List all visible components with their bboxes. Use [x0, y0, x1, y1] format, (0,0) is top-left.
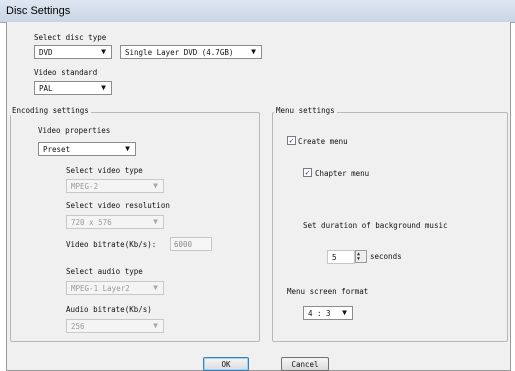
video-standard-label: Video standard [34, 68, 98, 77]
menu-screen-format-dropdown[interactable]: 4 : 3 ▼ [303, 306, 353, 320]
cancel-button[interactable]: Cancel [281, 357, 329, 371]
audio-bitrate-value: 256 [71, 322, 85, 331]
bg-music-duration-spinner[interactable]: ▲ ▼ [355, 250, 367, 263]
checkmark-icon: ✓ [289, 136, 294, 145]
bg-music-duration-input[interactable]: 5 [327, 250, 355, 264]
video-bitrate-value: 6000 [174, 240, 193, 249]
chevron-down-icon: ▼ [153, 321, 158, 330]
video-type-dropdown[interactable]: MPEG-2 ▼ [66, 179, 164, 193]
bg-music-unit-label: seconds [370, 252, 402, 261]
encoding-settings-title: Encoding settings [10, 106, 91, 115]
audio-bitrate-dropdown[interactable]: 256 ▼ [66, 319, 164, 333]
title-bar [0, 0, 515, 23]
video-standard-dropdown[interactable]: PAL ▼ [34, 81, 112, 95]
chevron-down-icon: ▼ [153, 283, 158, 292]
chevron-down-icon: ▼ [153, 217, 158, 226]
menu-settings-title: Menu settings [274, 106, 337, 115]
audio-type-dropdown[interactable]: MPEG-1 Layer2 ▼ [66, 281, 164, 295]
ok-button[interactable]: OK [203, 357, 249, 371]
chapter-menu-checkbox[interactable]: ✓ [303, 168, 312, 177]
video-type-value: MPEG-2 [71, 182, 99, 191]
menu-screen-format-value: 4 : 3 [308, 309, 331, 318]
audio-bitrate-label: Audio bitrate(Kb/s) [66, 305, 152, 314]
disc-type-value: DVD [39, 48, 53, 57]
select-disc-type-label: Select disc type [34, 33, 107, 42]
video-resolution-value: 720 x 576 [71, 218, 112, 227]
cancel-button-label: Cancel [291, 360, 319, 369]
menu-screen-format-label: Menu screen format [287, 287, 369, 296]
checkmark-icon: ✓ [305, 168, 310, 177]
video-properties-value: Preset [43, 145, 71, 154]
disc-type-dropdown[interactable]: DVD ▼ [34, 45, 112, 59]
bg-music-duration-label: Set duration of background music [303, 221, 448, 230]
audio-type-value: MPEG-1 Layer2 [71, 284, 130, 293]
audio-type-label: Select audio type [66, 267, 143, 276]
video-properties-dropdown[interactable]: Preset ▼ [38, 142, 136, 156]
video-resolution-dropdown[interactable]: 720 x 576 ▼ [66, 215, 164, 229]
chevron-down-icon: ▼ [101, 83, 106, 92]
ok-button-label: OK [221, 360, 231, 369]
bg-music-duration-value: 5 [332, 253, 337, 262]
video-standard-value: PAL [39, 84, 53, 93]
disc-layer-dropdown[interactable]: Single Layer DVD (4.7GB) ▼ [120, 45, 262, 59]
chevron-down-icon: ▼ [342, 308, 347, 317]
video-properties-label: Video properties [38, 126, 111, 135]
create-menu-checkbox[interactable]: ✓ [287, 136, 296, 145]
chevron-down-icon: ▼ [125, 144, 130, 153]
create-menu-label: Create menu [298, 137, 348, 146]
video-bitrate-label: Video bitrate(Kb/s): [66, 240, 157, 249]
chapter-menu-label: Chapter menu [315, 169, 370, 178]
video-resolution-label: Select video resolution [66, 201, 170, 210]
video-type-label: Select video type [66, 166, 143, 175]
chevron-down-icon: ▼ [101, 47, 106, 56]
video-bitrate-input[interactable]: 6000 [170, 237, 212, 251]
chevron-down-icon: ▼ [153, 181, 158, 190]
chevron-down-icon: ▼ [251, 47, 256, 56]
window-title: Disc Settings [6, 5, 71, 17]
disc-layer-value: Single Layer DVD (4.7GB) [125, 48, 234, 57]
spin-down-arrow-icon[interactable]: ▼ [357, 257, 360, 262]
